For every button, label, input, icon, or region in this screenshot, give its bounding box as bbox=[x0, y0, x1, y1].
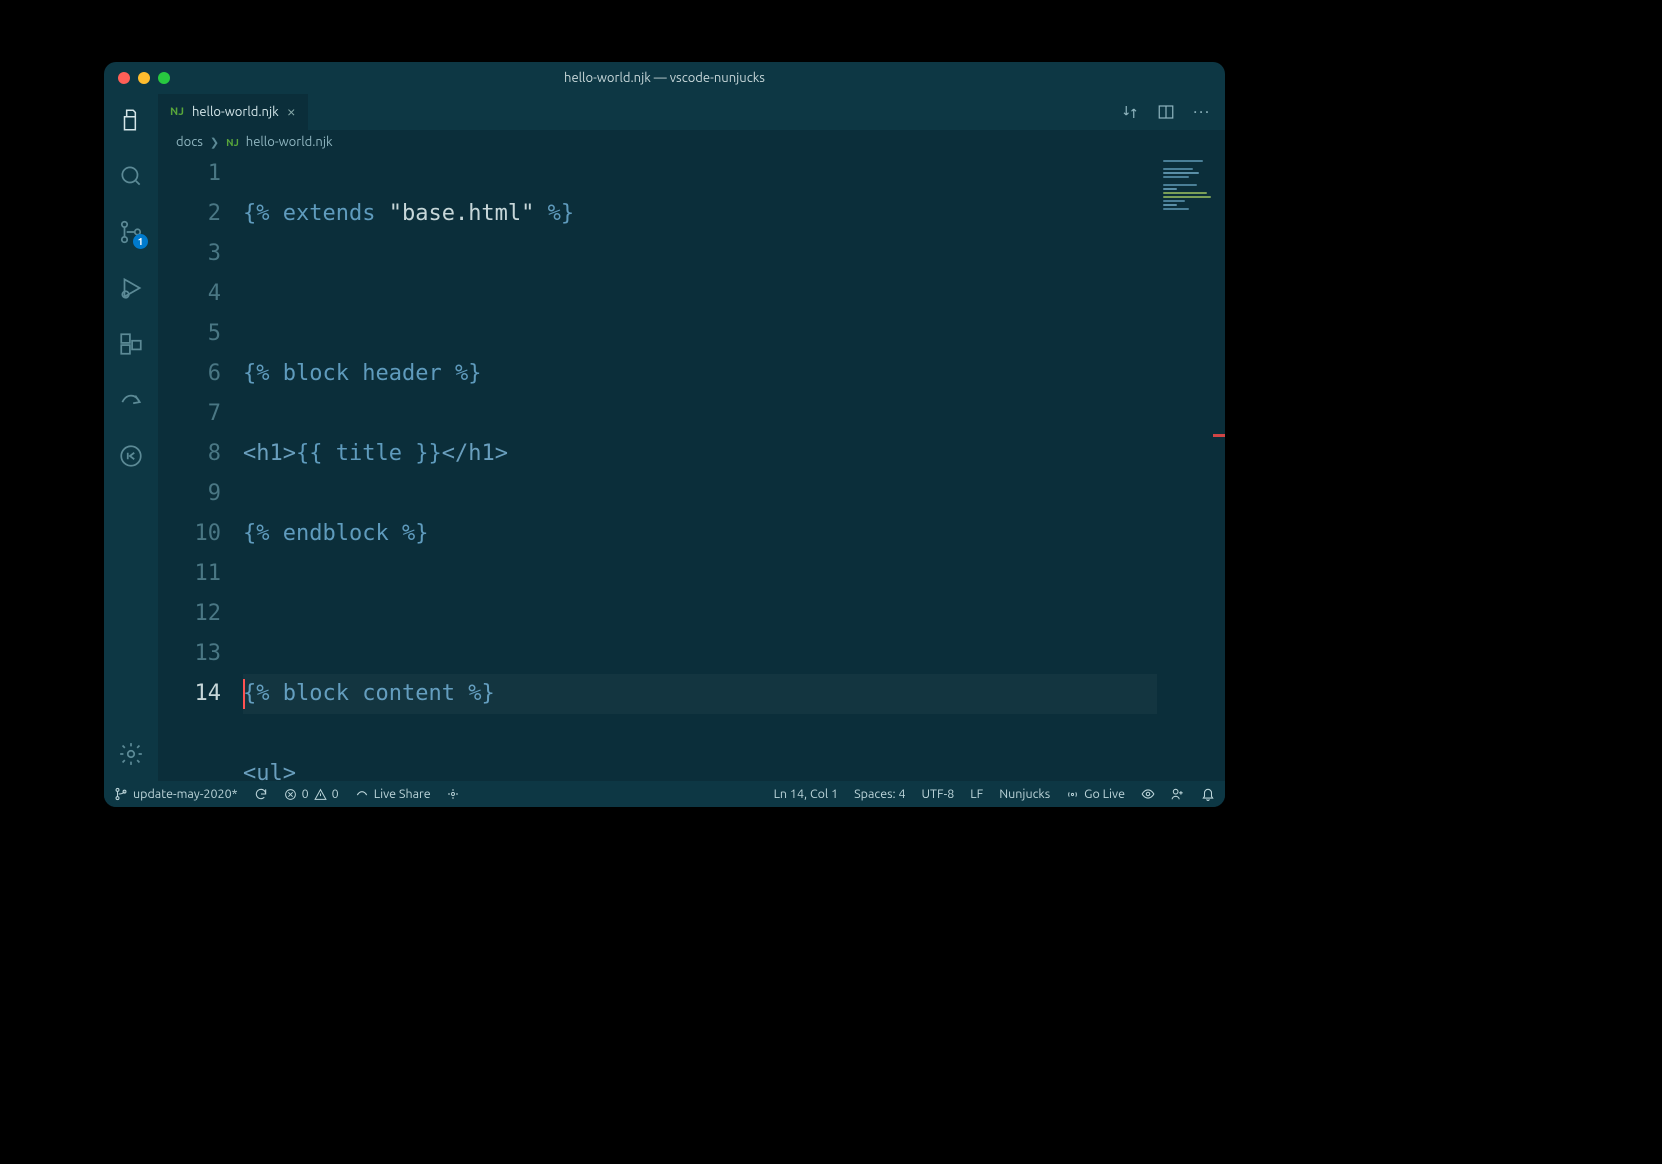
status-language[interactable]: Nunjucks bbox=[999, 787, 1050, 801]
more-actions-icon[interactable]: ··· bbox=[1193, 103, 1211, 121]
breadcrumbs[interactable]: docs ❯ NJ hello-world.njk bbox=[158, 130, 1225, 154]
status-encoding[interactable]: UTF-8 bbox=[922, 787, 955, 801]
status-prettier-icon[interactable] bbox=[447, 788, 459, 800]
run-debug-icon[interactable] bbox=[118, 275, 144, 301]
split-editor-icon[interactable] bbox=[1157, 103, 1175, 121]
tab-hello-world[interactable]: NJ hello-world.njk × bbox=[158, 94, 308, 130]
maximize-icon[interactable] bbox=[158, 72, 170, 84]
status-eol[interactable]: LF bbox=[970, 787, 983, 801]
overview-ruler-mark bbox=[1213, 434, 1225, 437]
close-icon[interactable] bbox=[118, 72, 130, 84]
current-line-highlight bbox=[243, 674, 1157, 714]
scm-badge: 1 bbox=[133, 234, 148, 249]
compare-changes-icon[interactable] bbox=[1121, 103, 1139, 121]
tab-bar: NJ hello-world.njk × ··· bbox=[158, 94, 1225, 130]
editor-actions: ··· bbox=[1107, 94, 1225, 130]
minimap[interactable] bbox=[1157, 154, 1225, 781]
text-cursor bbox=[243, 679, 245, 709]
status-problems[interactable]: 0 0 bbox=[284, 787, 339, 801]
window-title: hello-world.njk — vscode-nunjucks bbox=[564, 71, 765, 85]
line-gutter: 1234567 891011121314 bbox=[158, 154, 243, 781]
share-icon[interactable] bbox=[118, 387, 144, 413]
source-control-icon[interactable]: 1 bbox=[118, 219, 144, 245]
status-bell-icon[interactable] bbox=[1201, 787, 1215, 801]
status-bar: update-may-2020* 0 0 Live Share Ln 14, C… bbox=[104, 781, 1225, 807]
search-icon[interactable] bbox=[118, 163, 144, 189]
nunjucks-file-icon: NJ bbox=[170, 106, 184, 118]
code-editor[interactable]: 1234567 891011121314 {% extends "base.ht… bbox=[158, 154, 1225, 781]
titlebar: hello-world.njk — vscode-nunjucks bbox=[104, 62, 1225, 94]
status-branch[interactable]: update-may-2020* bbox=[114, 787, 238, 801]
tab-close-icon[interactable]: × bbox=[287, 103, 296, 121]
breadcrumb-file[interactable]: hello-world.njk bbox=[246, 135, 333, 149]
status-liveshare[interactable]: Live Share bbox=[355, 787, 431, 801]
vscode-window: hello-world.njk — vscode-nunjucks 1 bbox=[104, 62, 1225, 807]
settings-gear-icon[interactable] bbox=[118, 741, 144, 767]
status-preview-icon[interactable] bbox=[1141, 787, 1155, 801]
extensions-icon[interactable] bbox=[118, 331, 144, 357]
status-sync[interactable] bbox=[254, 787, 268, 801]
editor-area: NJ hello-world.njk × ··· docs ❯ bbox=[158, 94, 1225, 781]
chevron-right-icon: ❯ bbox=[210, 136, 219, 149]
status-feedback-icon[interactable] bbox=[1171, 787, 1185, 801]
remote-icon[interactable] bbox=[118, 443, 144, 469]
tab-filename: hello-world.njk bbox=[192, 105, 279, 119]
nunjucks-file-icon: NJ bbox=[226, 137, 239, 148]
status-golive[interactable]: Go Live bbox=[1066, 787, 1125, 801]
minimize-icon[interactable] bbox=[138, 72, 150, 84]
breadcrumb-folder[interactable]: docs bbox=[176, 135, 203, 149]
explorer-icon[interactable] bbox=[118, 107, 144, 133]
activity-bar: 1 bbox=[104, 94, 158, 781]
status-indent[interactable]: Spaces: 4 bbox=[854, 787, 905, 801]
traffic-lights bbox=[118, 72, 170, 84]
status-cursor-pos[interactable]: Ln 14, Col 1 bbox=[774, 787, 839, 801]
